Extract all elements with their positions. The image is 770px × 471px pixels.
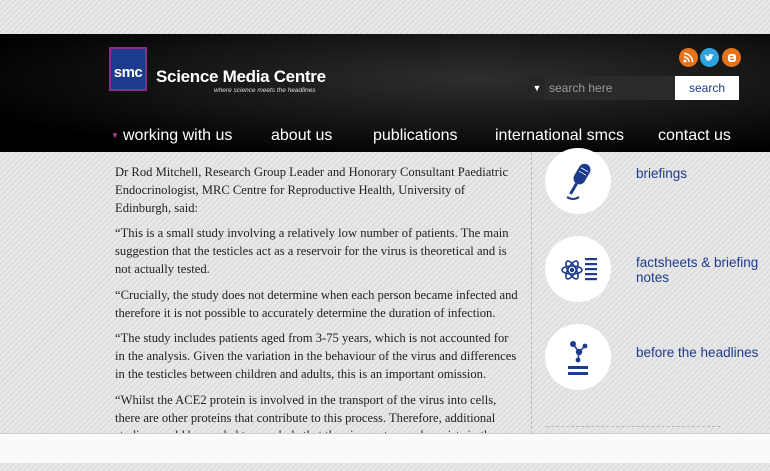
logo-tagline: where science meets the headlines — [214, 87, 316, 94]
nav-contact-us[interactable]: contact us — [658, 127, 731, 145]
microphone-icon[interactable] — [545, 148, 611, 214]
article-body: Dr Rod Mitchell, Research Group Leader a… — [115, 164, 520, 471]
sidebar-item-briefings[interactable]: briefings — [636, 166, 687, 181]
rss-icon[interactable] — [679, 48, 698, 67]
nav-working-with-us[interactable]: working with us — [123, 127, 232, 145]
logo-name[interactable]: Science Media Centre — [156, 67, 326, 87]
logo-abbr: smc — [113, 64, 143, 81]
atom-list-icon[interactable] — [545, 236, 611, 302]
article-paragraph: “The study includes patients aged from 3… — [115, 331, 517, 381]
blogger-icon[interactable] — [722, 48, 741, 67]
nav-about-us[interactable]: about us — [271, 127, 332, 145]
nav-active-bullet-icon: ▼ — [111, 131, 119, 140]
sidebar-item-factsheets[interactable]: factsheets & briefing notes — [636, 255, 770, 285]
search-bar: ▼ search — [529, 76, 739, 100]
sidebar-divider — [546, 426, 720, 427]
molecule-icon[interactable] — [545, 324, 611, 390]
search-input[interactable] — [545, 76, 675, 100]
article-paragraph: “Crucially, the study does not determine… — [115, 287, 518, 320]
nav-international-smcs[interactable]: international smcs — [495, 127, 624, 145]
sidebar-item-before-the-headlines[interactable]: before the headlines — [636, 345, 758, 360]
twitter-icon[interactable] — [700, 48, 719, 67]
bottom-bar — [0, 433, 770, 463]
search-dropdown-icon[interactable]: ▼ — [529, 76, 545, 100]
top-background — [0, 0, 770, 34]
column-divider — [531, 152, 532, 434]
nav-publications[interactable]: publications — [373, 127, 458, 145]
article-paragraph: “This is a small study involving a relat… — [115, 226, 509, 276]
search-button[interactable]: search — [675, 76, 739, 100]
article-paragraph: Dr Rod Mitchell, Research Group Leader a… — [115, 165, 509, 215]
site-header: smc Science Media Centre where science m… — [0, 34, 770, 152]
smc-logo[interactable]: smc — [109, 47, 147, 91]
